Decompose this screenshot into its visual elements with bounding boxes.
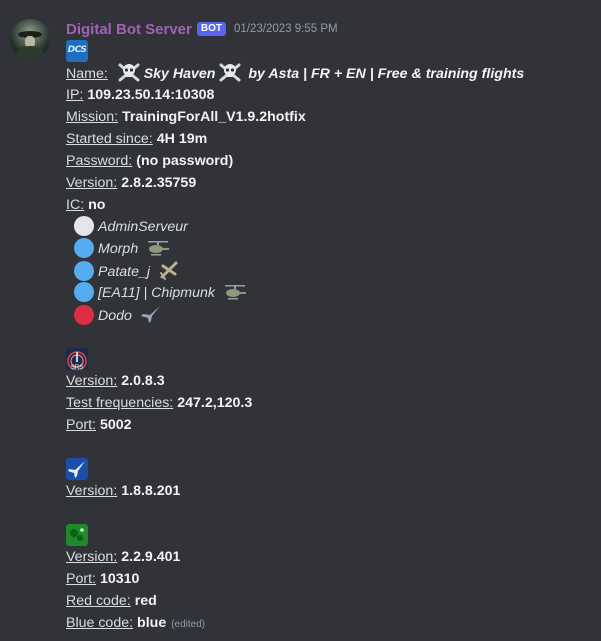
red-code-line: Red code: red [66, 590, 157, 612]
red-circle-icon [74, 305, 94, 325]
avatar-coat [17, 46, 43, 59]
lotatc-version-line: Version: 2.2.9.401 [66, 546, 180, 568]
srs-frequencies-line: Test frequencies: 247.2,120.3 [66, 392, 252, 414]
ic-value: no [88, 197, 106, 213]
server-name-suffix: by Asta | FR + EN | Free & training flig… [248, 66, 525, 82]
jet-icon [140, 306, 160, 323]
tacview-version-line: Version: 1.8.8.201 [66, 480, 180, 502]
srs-version-value: 2.0.8.3 [121, 373, 165, 389]
dcs-version-line: Version: 2.8.2.35759 [66, 172, 196, 194]
skull-crossbones-icon [118, 63, 140, 82]
dcs-version-value: 2.8.2.35759 [121, 175, 197, 191]
blue-code-line: Blue code: blue (edited) [66, 612, 205, 634]
player-name: Morph [98, 241, 139, 257]
srs-version-line: Version: 2.0.8.3 [66, 370, 165, 392]
player-name: Dodo [98, 308, 132, 324]
ip-value: 109.23.50.14:10308 [87, 87, 215, 103]
password-value: (no password) [136, 153, 234, 169]
player-row: [EA11] | Chipmunk [74, 282, 247, 304]
red-code-label: Red code: [66, 593, 131, 609]
timestamp[interactable]: 01/23/2023 9:55 PM [234, 23, 338, 35]
player-row: Dodo [74, 304, 162, 326]
avatar[interactable] [10, 19, 50, 59]
mission-value: TrainingForAll_V1.9.2hotfix [122, 109, 306, 125]
tacview-version-value: 1.8.8.201 [121, 483, 181, 499]
blue-circle-icon [74, 282, 94, 302]
lotatc-port-line: Port: 10310 [66, 568, 139, 590]
blue-circle-icon [74, 238, 94, 258]
srs-port-line: Port: 5002 [66, 414, 132, 436]
srs-version-label: Version: [66, 373, 118, 389]
tacview-version-label: Version: [66, 483, 118, 499]
player-name: AdminServeur [98, 219, 188, 235]
message-header: Digital Bot Server BOT 01/23/2023 9:55 P… [66, 19, 338, 39]
lotatc-port-value: 10310 [99, 571, 140, 587]
helicopter-icon [224, 285, 246, 300]
server-name-value: Sky Haven [143, 66, 216, 82]
white-circle-icon [74, 216, 94, 236]
server-name-line: Name: Sky Haven by Asta | FR + EN | Free… [66, 62, 524, 84]
edited-tag: (edited) [171, 619, 206, 630]
helicopter-icon [148, 241, 170, 256]
lotatc-version-value: 2.2.9.401 [121, 549, 181, 565]
started-value: 4H 19m [156, 131, 208, 147]
blue-code-label: Blue code: [66, 615, 134, 631]
lotatc-version-label: Version: [66, 549, 118, 565]
chat-message: Digital Bot Server BOT 01/23/2023 9:55 P… [0, 0, 601, 641]
player-name: [EA11] | Chipmunk [98, 285, 215, 301]
password-line: Password: (no password) [66, 150, 233, 172]
ic-label: IC: [66, 197, 85, 213]
ip-line: IP: 109.23.50.14:10308 [66, 84, 214, 106]
skull-crossbones-icon [219, 63, 241, 82]
ip-label: IP: [66, 87, 84, 103]
red-code-value: red [134, 593, 157, 609]
srs-port-value: 5002 [99, 417, 132, 433]
started-line: Started since: 4H 19m [66, 128, 207, 150]
dcs-version-label: Version: [66, 175, 118, 191]
frequencies-label: Test frequencies: [66, 395, 174, 411]
author-name[interactable]: Digital Bot Server [66, 21, 192, 38]
started-label: Started since: [66, 131, 153, 147]
dcs-logo-icon: DCS [66, 40, 88, 62]
name-label: Name: [66, 66, 108, 82]
blue-circle-icon [74, 261, 94, 281]
srs-port-label: Port: [66, 417, 96, 433]
ic-line: IC: no [66, 194, 105, 216]
lotatc-port-label: Port: [66, 571, 96, 587]
blue-code-value: blue [137, 615, 167, 631]
player-row: Morph [74, 238, 170, 260]
player-name: Patate_j [98, 264, 151, 280]
airplane-icon [160, 261, 178, 280]
tacview-logo-icon [66, 458, 88, 480]
srs-logo-icon: SRS [66, 348, 88, 371]
frequencies-value: 247.2,120.3 [177, 395, 253, 411]
mission-label: Mission: [66, 109, 119, 125]
bot-badge: BOT [196, 22, 226, 36]
player-row: Patate_j [74, 260, 180, 282]
player-row: AdminServeur [74, 216, 188, 238]
password-label: Password: [66, 153, 133, 169]
mission-line: Mission: TrainingForAll_V1.9.2hotfix [66, 106, 306, 128]
lotatc-logo-icon [66, 524, 88, 546]
dcs-logo-text: DCS [67, 45, 87, 55]
